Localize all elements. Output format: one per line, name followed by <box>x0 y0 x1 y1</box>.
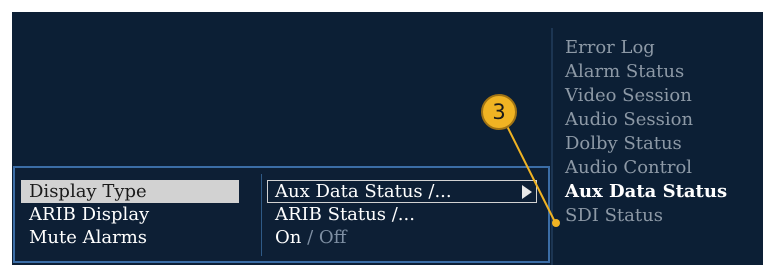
mute-alarms-off: Off <box>318 227 347 248</box>
submenu-item-dolby-status[interactable]: Dolby Status <box>565 132 682 155</box>
submenu-arrow-icon <box>522 185 532 199</box>
settings-menu: Display Type Aux Data Status /... ARIB D… <box>13 166 550 263</box>
submenu-item-aux-data-status[interactable]: Aux Data Status <box>565 180 727 203</box>
submenu-item-error-log[interactable]: Error Log <box>565 36 655 59</box>
screenshot: Error Log Alarm Status Video Session Aud… <box>0 0 775 276</box>
mute-alarms-on: On <box>275 227 302 248</box>
submenu-item-audio-control[interactable]: Audio Control <box>565 156 692 179</box>
submenu-item-alarm-status[interactable]: Alarm Status <box>565 60 684 83</box>
menu-column-divider <box>261 174 262 256</box>
display-type-value: Aux Data Status /... <box>275 181 452 202</box>
menu-label-display-type[interactable]: Display Type <box>21 180 239 203</box>
submenu-item-sdi-status[interactable]: SDI Status <box>565 204 663 227</box>
menu-value-mute-alarms[interactable]: On / Off <box>267 226 537 249</box>
submenu-item-video-session[interactable]: Video Session <box>565 84 692 107</box>
submenu-item-audio-session[interactable]: Audio Session <box>565 108 693 131</box>
menu-value-display-type[interactable]: Aux Data Status /... <box>267 180 537 203</box>
display-type-submenu: Error Log Alarm Status Video Session Aud… <box>551 28 763 265</box>
menu-value-arib-display[interactable]: ARIB Status /... <box>267 203 537 226</box>
callout-number-badge: 3 <box>481 94 517 130</box>
menu-label-arib-display[interactable]: ARIB Display <box>21 203 239 226</box>
menu-label-mute-alarms[interactable]: Mute Alarms <box>21 226 239 249</box>
mute-alarms-separator: / <box>301 227 319 248</box>
